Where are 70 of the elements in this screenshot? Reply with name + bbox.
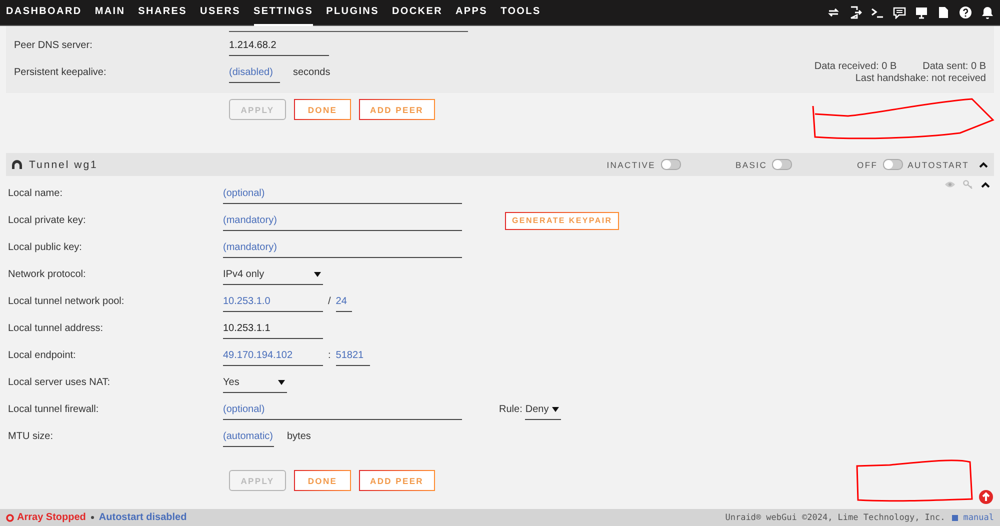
toggle-switch[interactable] (660, 159, 681, 170)
array-status: Array Stopped (6, 512, 86, 523)
scroll-top-button[interactable] (979, 490, 993, 504)
input-field[interactable]: (automatic) (223, 426, 274, 446)
tunnel-title: Tunnel wg1 (29, 158, 98, 170)
input-field[interactable]: (optional) (223, 184, 462, 204)
field-label: Local endpoint: (8, 350, 77, 361)
stop-icon (6, 514, 14, 522)
input-field[interactable]: 51821 (336, 346, 370, 366)
nav-tab[interactable]: USERS (200, 0, 240, 26)
nav-tab[interactable]: APPS (456, 0, 488, 26)
toggle-label: BASIC (736, 160, 768, 170)
field-label: Local tunnel firewall: (8, 404, 100, 415)
input-field[interactable]: (mandatory) (223, 238, 462, 258)
input-field[interactable]: 10.253.1.1 (223, 318, 323, 338)
input-field[interactable]: 10.253.1.0 (223, 292, 323, 312)
caret-icon (552, 406, 559, 412)
rule-label: Rule: (499, 404, 522, 415)
autostart-status: Autostart disabled (98, 512, 187, 523)
input-field[interactable]: (mandatory) (223, 210, 462, 230)
input-field[interactable]: (optional) (223, 400, 462, 420)
field-label: Local server uses NAT: (8, 377, 112, 388)
stat-text: Data sent: 0 B (922, 60, 986, 72)
chevron-up-icon[interactable] (979, 162, 988, 168)
toggle-switch[interactable] (772, 159, 792, 170)
chevron-up-icon[interactable] (981, 182, 990, 188)
nav-tab[interactable]: MAIN (94, 0, 126, 26)
field-label: Peer DNS server: (14, 40, 94, 51)
field-label: Local name: (8, 188, 64, 199)
toggle-label: INACTIVE (606, 160, 656, 170)
input-field[interactable]: (disabled) (229, 62, 280, 82)
monitor-icon[interactable] (915, 6, 928, 19)
logout-icon[interactable] (849, 6, 862, 19)
unit-label: seconds (293, 67, 330, 78)
field-label: Network protocol: (8, 269, 87, 280)
caret-icon (278, 380, 285, 384)
field-label: Local public key: (8, 242, 83, 253)
field-label: Local tunnel network pool: (8, 296, 126, 307)
help-icon[interactable] (959, 6, 972, 19)
field-label: Persistent keepalive: (14, 67, 108, 78)
copyright-text: Unraid® webGui ©2024, Lime Technology, Inc. (725, 512, 946, 522)
unit-label: bytes (287, 431, 311, 442)
stat-text: Last handshake: not received (855, 72, 986, 84)
dropdown[interactable]: IPv4 only (223, 264, 323, 284)
dropdown[interactable]: Deny (525, 400, 561, 420)
dropdown[interactable]: Yes (223, 372, 287, 392)
input-field[interactable]: 1.214.68.2 (229, 36, 329, 56)
separator-text: / (328, 296, 331, 307)
field-label: MTU size: (8, 431, 54, 442)
chat-icon[interactable] (893, 6, 906, 19)
toggle-label: OFF (857, 160, 878, 170)
toggle-switch[interactable] (882, 159, 903, 170)
nav-tab[interactable]: DASHBOARD (6, 0, 82, 26)
field-label: Local tunnel address: (8, 323, 104, 334)
arch-icon (12, 160, 22, 169)
bell-icon[interactable] (981, 6, 994, 19)
nav-tab[interactable]: PLUGINS (326, 0, 379, 26)
swap-icon[interactable] (827, 6, 840, 19)
caret-icon (314, 272, 321, 276)
document-icon[interactable] (937, 6, 950, 19)
separator-text: : (328, 350, 331, 361)
terminal-icon[interactable] (871, 6, 884, 19)
nav-tab[interactable]: TOOLS (500, 0, 541, 26)
input-field[interactable]: 49.170.194.102 (223, 346, 323, 366)
field-label: Local private key: (8, 215, 87, 226)
stat-text: Data received: 0 B (814, 60, 897, 72)
toggle-label: AUTOSTART (908, 160, 969, 170)
input-field[interactable]: 24 (336, 292, 352, 312)
nav-tab[interactable]: DOCKER (392, 0, 443, 26)
nav-tab[interactable]: SHARES (138, 0, 188, 26)
